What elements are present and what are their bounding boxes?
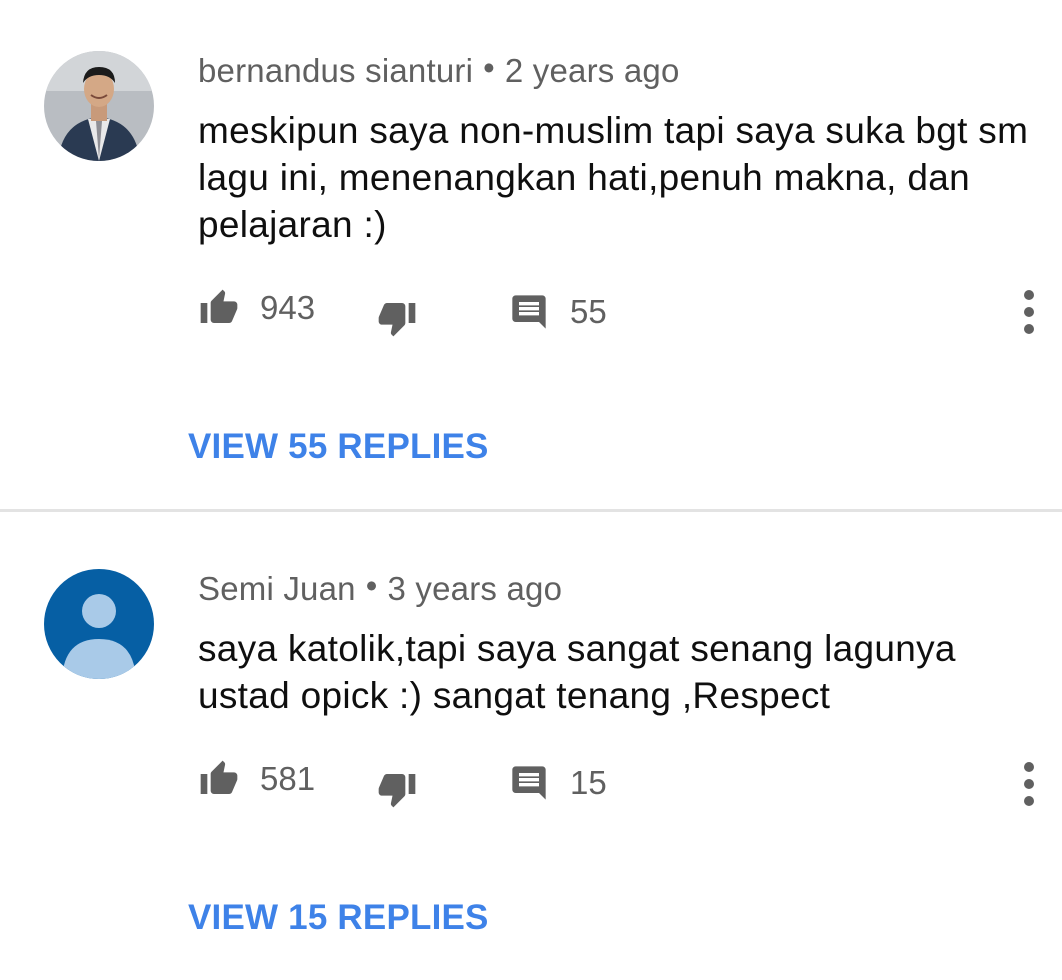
- thumbs-up-icon: [200, 289, 238, 323]
- thumbs-down-icon: [378, 774, 416, 808]
- like-count: 943: [260, 289, 316, 326]
- default-person-icon: [44, 569, 154, 679]
- comment-timestamp: 2 years ago: [504, 52, 680, 89]
- like-button[interactable]: 581: [198, 759, 315, 799]
- user-photo-avatar: [44, 51, 154, 161]
- more-vertical-icon: [1024, 290, 1034, 334]
- dislike-button[interactable]: [376, 769, 418, 809]
- comment-author[interactable]: bernandus sianturi: [198, 52, 473, 89]
- comment-thread: Semi Juan • 3 years ago saya katolik,tapi …: [0, 512, 1062, 980]
- comment-icon: [512, 295, 546, 329]
- like-count: 581: [260, 760, 316, 797]
- reply-button[interactable]: 15: [508, 763, 607, 803]
- meta-separator: •: [365, 567, 378, 604]
- comment-thread: bernandus sianturi • 2 years ago meskipun …: [0, 0, 1062, 509]
- more-options-button[interactable]: [1012, 288, 1046, 338]
- avatar[interactable]: [44, 569, 154, 679]
- avatar[interactable]: [44, 51, 154, 161]
- view-replies-button[interactable]: VIEW 15 REPLIES: [188, 898, 489, 938]
- meta-separator: •: [483, 49, 495, 86]
- thumbs-down-icon: [378, 303, 416, 337]
- reply-count: 15: [570, 764, 607, 801]
- comment-meta: Semi Juan • 3 years ago: [198, 567, 563, 608]
- dislike-button[interactable]: [376, 298, 418, 338]
- comment-author[interactable]: Semi Juan: [198, 570, 356, 607]
- reply-count: 55: [570, 293, 607, 330]
- comment-text: meskipun saya non-muslim tapi saya suka …: [198, 110, 1029, 245]
- reply-button[interactable]: 55: [508, 292, 607, 332]
- comment-meta: bernandus sianturi • 2 years ago: [198, 49, 680, 90]
- more-vertical-icon: [1024, 762, 1034, 806]
- thumbs-up-icon: [200, 760, 238, 794]
- comment-icon: [512, 766, 546, 800]
- view-replies-button[interactable]: VIEW 55 REPLIES: [188, 427, 489, 467]
- more-options-button[interactable]: [1012, 760, 1046, 810]
- like-button[interactable]: 943: [198, 288, 315, 328]
- comment-timestamp: 3 years ago: [387, 570, 563, 607]
- comment-text: saya katolik,tapi saya sangat senang lag…: [198, 628, 956, 716]
